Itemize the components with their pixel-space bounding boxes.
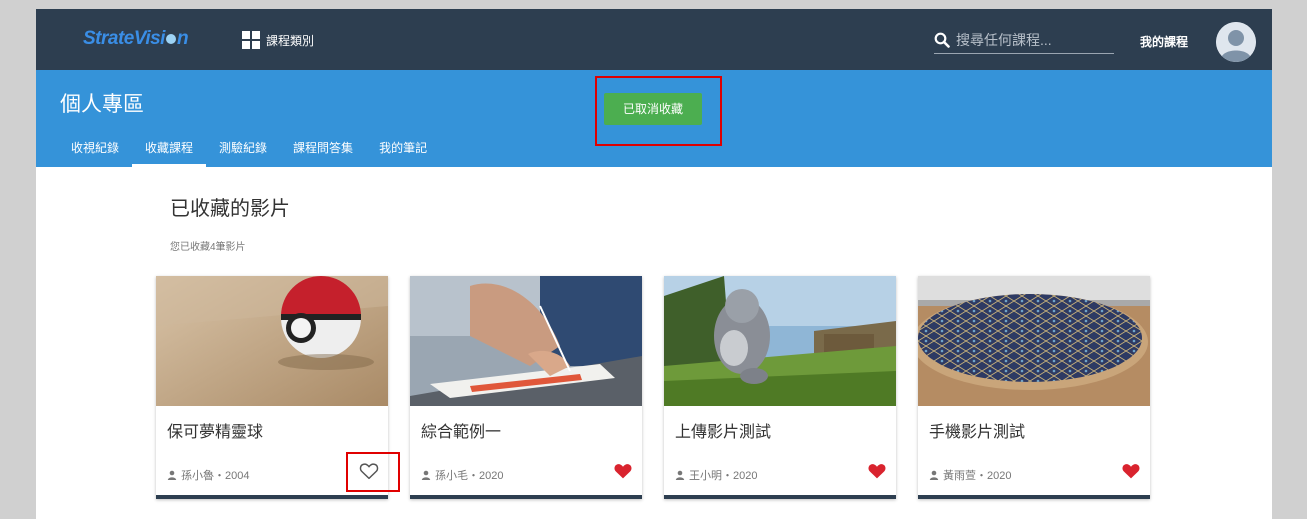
avatar[interactable]: [1216, 22, 1256, 62]
heart-filled-icon[interactable]: [867, 462, 887, 480]
search-input[interactable]: [956, 32, 1106, 48]
video-meta: 孫小毛・2020: [421, 467, 503, 483]
video-card[interactable]: 綜合範例一 孫小毛・2020: [410, 276, 642, 499]
video-title[interactable]: 綜合範例一: [421, 418, 501, 442]
video-title[interactable]: 保可夢精靈球: [167, 418, 263, 442]
user-avatar-icon: [1216, 22, 1256, 62]
top-navbar: StrateVisi n 課程類別 我的課程: [36, 9, 1272, 70]
tab-quiz-records[interactable]: 測驗紀錄: [206, 132, 280, 167]
profile-tabs: 收視紀錄 收藏課程 測驗紀錄 課程問答集 我的筆記: [58, 132, 440, 167]
video-author-year: 孫小毛・2020: [435, 470, 504, 482]
category-menu-button[interactable]: 課程類別: [242, 30, 314, 50]
animated-bunny-image: [664, 276, 896, 406]
tab-favorite-courses[interactable]: 收藏課程: [132, 132, 207, 167]
video-author-year: 王小明・2020: [689, 470, 758, 482]
user-icon: [675, 470, 685, 480]
favorites-title: 已收藏的影片: [170, 198, 290, 220]
video-meta: 王小明・2020: [675, 467, 757, 483]
grid-icon: [242, 31, 260, 49]
video-author-year: 黃雨萱・2020: [943, 470, 1012, 482]
video-author-year: 孫小魯・2004: [181, 470, 250, 482]
tab-course-qa[interactable]: 課程問答集: [280, 132, 366, 167]
search-icon[interactable]: [934, 32, 950, 48]
video-meta: 黃雨萱・2020: [929, 467, 1011, 483]
logo-text-end: n: [176, 28, 189, 49]
my-courses-link[interactable]: 我的課程: [1140, 33, 1188, 50]
pokeball-image: [156, 276, 388, 406]
app-window: StrateVisi n 課程類別 我的課程 個人專區 收視紀錄 收藏課程 測驗紀…: [36, 9, 1272, 519]
tab-my-notes[interactable]: 我的筆記: [366, 132, 440, 167]
coaster-image: [918, 276, 1150, 406]
heart-filled-icon[interactable]: [613, 462, 633, 480]
favorites-count: 您已收藏4筆影片: [170, 242, 246, 253]
video-title[interactable]: 上傳影片測試: [675, 418, 771, 442]
logo-dot-icon: [165, 33, 176, 44]
exam-writing-image: [410, 276, 642, 406]
category-label: 課程類別: [266, 33, 315, 48]
user-icon: [167, 470, 177, 480]
video-thumbnail[interactable]: [918, 276, 1150, 406]
page-title: 個人專區: [60, 93, 144, 116]
toast-highlight-box: [595, 76, 722, 146]
video-thumbnail[interactable]: [410, 276, 642, 406]
logo[interactable]: StrateVisi n: [83, 28, 189, 50]
search-bar: [934, 27, 1114, 54]
video-card[interactable]: 上傳影片測試 王小明・2020: [664, 276, 896, 499]
tab-watch-history[interactable]: 收視紀錄: [58, 132, 132, 167]
video-thumbnail[interactable]: [156, 276, 388, 406]
video-card[interactable]: 手機影片測試 黃雨萱・2020: [918, 276, 1150, 499]
heart-highlight-box: [346, 452, 400, 492]
user-icon: [929, 470, 939, 480]
user-icon: [421, 470, 431, 480]
heart-filled-icon[interactable]: [1121, 462, 1141, 480]
video-title[interactable]: 手機影片測試: [929, 418, 1025, 442]
video-meta: 孫小魯・2004: [167, 467, 249, 483]
video-thumbnail[interactable]: [664, 276, 896, 406]
logo-text-start: StrateVisi: [83, 28, 165, 49]
